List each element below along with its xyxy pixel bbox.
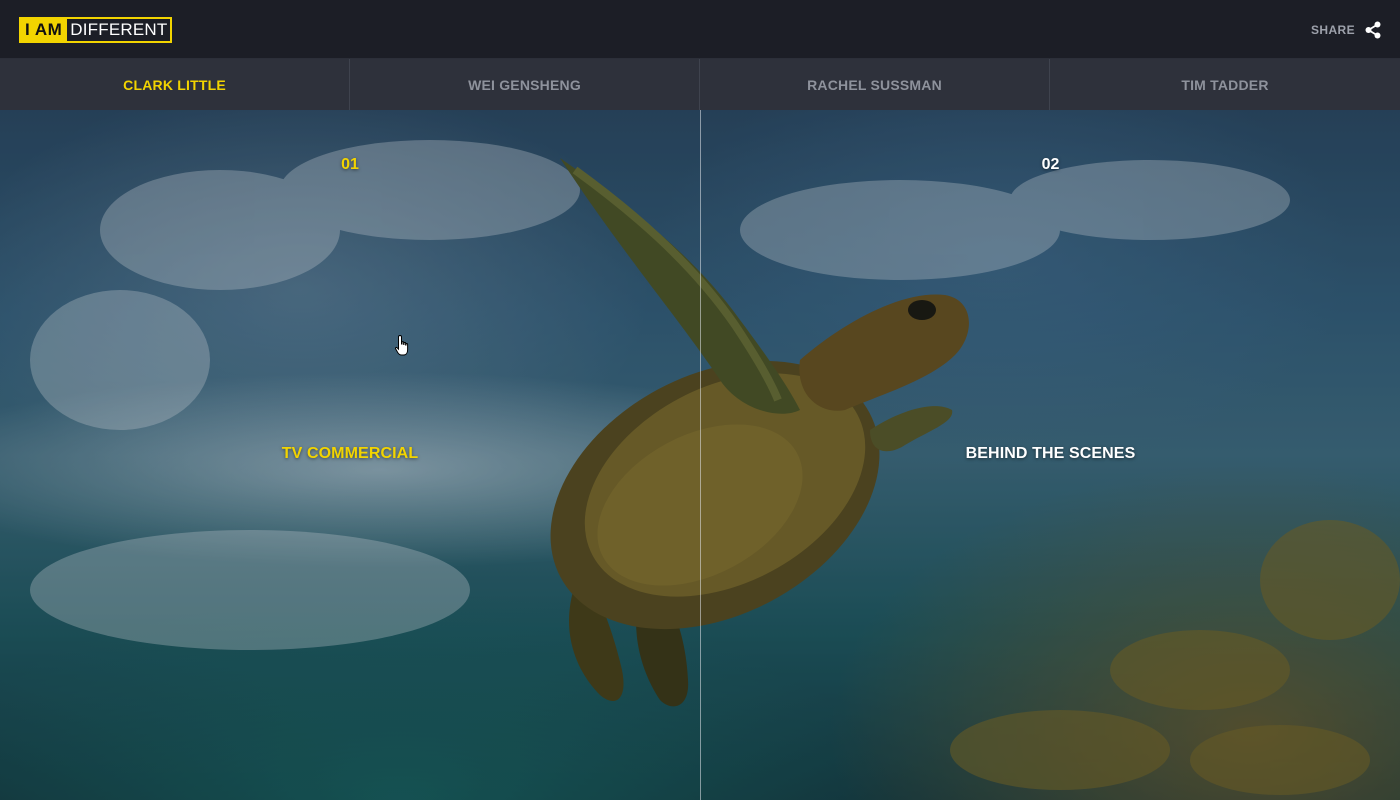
tab-tim-tadder[interactable]: TIM TADDER [1050, 59, 1400, 110]
logo-part-i-am: I AM [21, 19, 68, 41]
panel-number: 02 [1041, 156, 1060, 173]
logo-part-different: DIFFERENT [70, 20, 168, 39]
panel-title: TV COMMERCIAL [281, 445, 419, 462]
top-header: I AM DIFFERENT SHARE [0, 0, 1400, 59]
share-label: SHARE [1310, 23, 1355, 37]
tab-wei-gensheng[interactable]: WEI GENSHENG [350, 59, 700, 110]
logo[interactable]: I AM DIFFERENT [19, 17, 173, 43]
panel-number: 01 [341, 156, 359, 173]
panel-behind-the-scenes[interactable]: 02 BEHIND THE SCENES [701, 110, 1400, 800]
share-icon [1365, 21, 1381, 39]
tab-rachel-sussman[interactable]: RACHEL SUSSMAN [700, 59, 1050, 110]
photographer-tabs: CLARK LITTLE WEI GENSHENG RACHEL SUSSMAN… [0, 59, 1400, 110]
panel-tv-commercial[interactable]: 01 TV COMMERCIAL [0, 110, 700, 800]
share-button[interactable]: SHARE [1311, 19, 1382, 41]
tab-clark-little[interactable]: CLARK LITTLE [0, 59, 350, 110]
hand-cursor-icon [394, 334, 409, 356]
panel-title: BEHIND THE SCENES [965, 445, 1136, 462]
hero-photo-area: 01 TV COMMERCIAL 02 BEHIND THE SCENES [0, 110, 1400, 800]
